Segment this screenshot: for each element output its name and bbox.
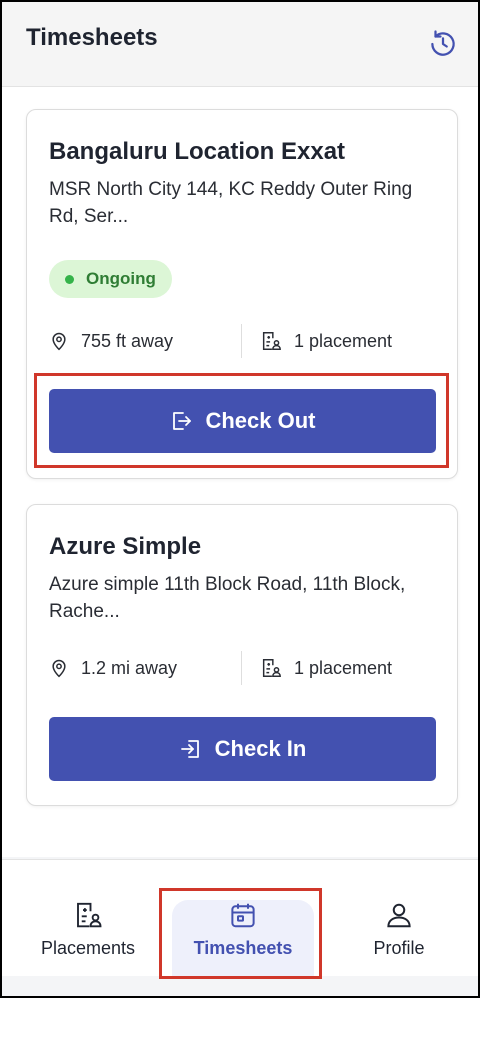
status-dot bbox=[65, 274, 74, 284]
check-in-icon bbox=[180, 740, 199, 758]
status-label: Ongoing bbox=[86, 269, 156, 288]
highlight-timesheets-tab bbox=[159, 888, 322, 979]
highlight-check-out bbox=[34, 373, 449, 468]
distance-text: 1.2 mi away bbox=[81, 657, 178, 678]
placement-text: 1 placement bbox=[294, 330, 393, 351]
distance-info: 1.2 mi away bbox=[49, 657, 241, 679]
placement-text: 1 placement bbox=[294, 657, 393, 678]
user-icon bbox=[387, 903, 411, 928]
check-in-button[interactable]: Check In bbox=[49, 717, 436, 781]
location-card[interactable]: Azure Simple Azure simple 11th Block Roa… bbox=[26, 504, 458, 806]
history-icon[interactable] bbox=[428, 29, 458, 59]
app-header: Timesheets bbox=[2, 2, 478, 87]
system-bar bbox=[2, 976, 478, 996]
location-name: Azure Simple bbox=[49, 533, 202, 560]
nav-item-profile[interactable]: Profile bbox=[339, 900, 459, 976]
placement-info: 1 placement bbox=[260, 657, 392, 679]
placements-icon bbox=[262, 332, 281, 350]
meta-divider bbox=[241, 324, 242, 358]
distance-info: 755 ft away bbox=[49, 330, 241, 352]
location-address: Azure simple 11th Block Road, 11th Block… bbox=[49, 574, 406, 622]
meta-divider bbox=[241, 651, 242, 685]
nav-item-placements[interactable]: Placements bbox=[28, 900, 148, 976]
location-pin-icon bbox=[52, 659, 66, 678]
nav-label: Placements bbox=[40, 938, 136, 958]
timesheet-list: Bangaluru Location Exxat MSR North City … bbox=[2, 87, 478, 857]
check-in-label: Check In bbox=[214, 736, 307, 761]
location-meta: 1.2 mi away 1 placement bbox=[49, 651, 439, 685]
placements-icon bbox=[77, 902, 102, 928]
placements-icon bbox=[262, 659, 281, 677]
distance-text: 755 ft away bbox=[81, 330, 174, 351]
nav-label: Profile bbox=[373, 938, 425, 958]
page-title: Timesheets bbox=[26, 24, 158, 51]
location-address: MSR North City 144, KC Reddy Outer Ring … bbox=[49, 179, 413, 227]
location-meta: 755 ft away 1 placement bbox=[49, 324, 439, 358]
placement-info: 1 placement bbox=[260, 330, 392, 352]
status-badge: Ongoing bbox=[49, 260, 172, 298]
app-frame: Timesheets Bangaluru Location Exxat MSR … bbox=[0, 0, 480, 998]
location-name: Bangaluru Location Exxat bbox=[49, 138, 346, 165]
location-pin-icon bbox=[52, 332, 66, 351]
